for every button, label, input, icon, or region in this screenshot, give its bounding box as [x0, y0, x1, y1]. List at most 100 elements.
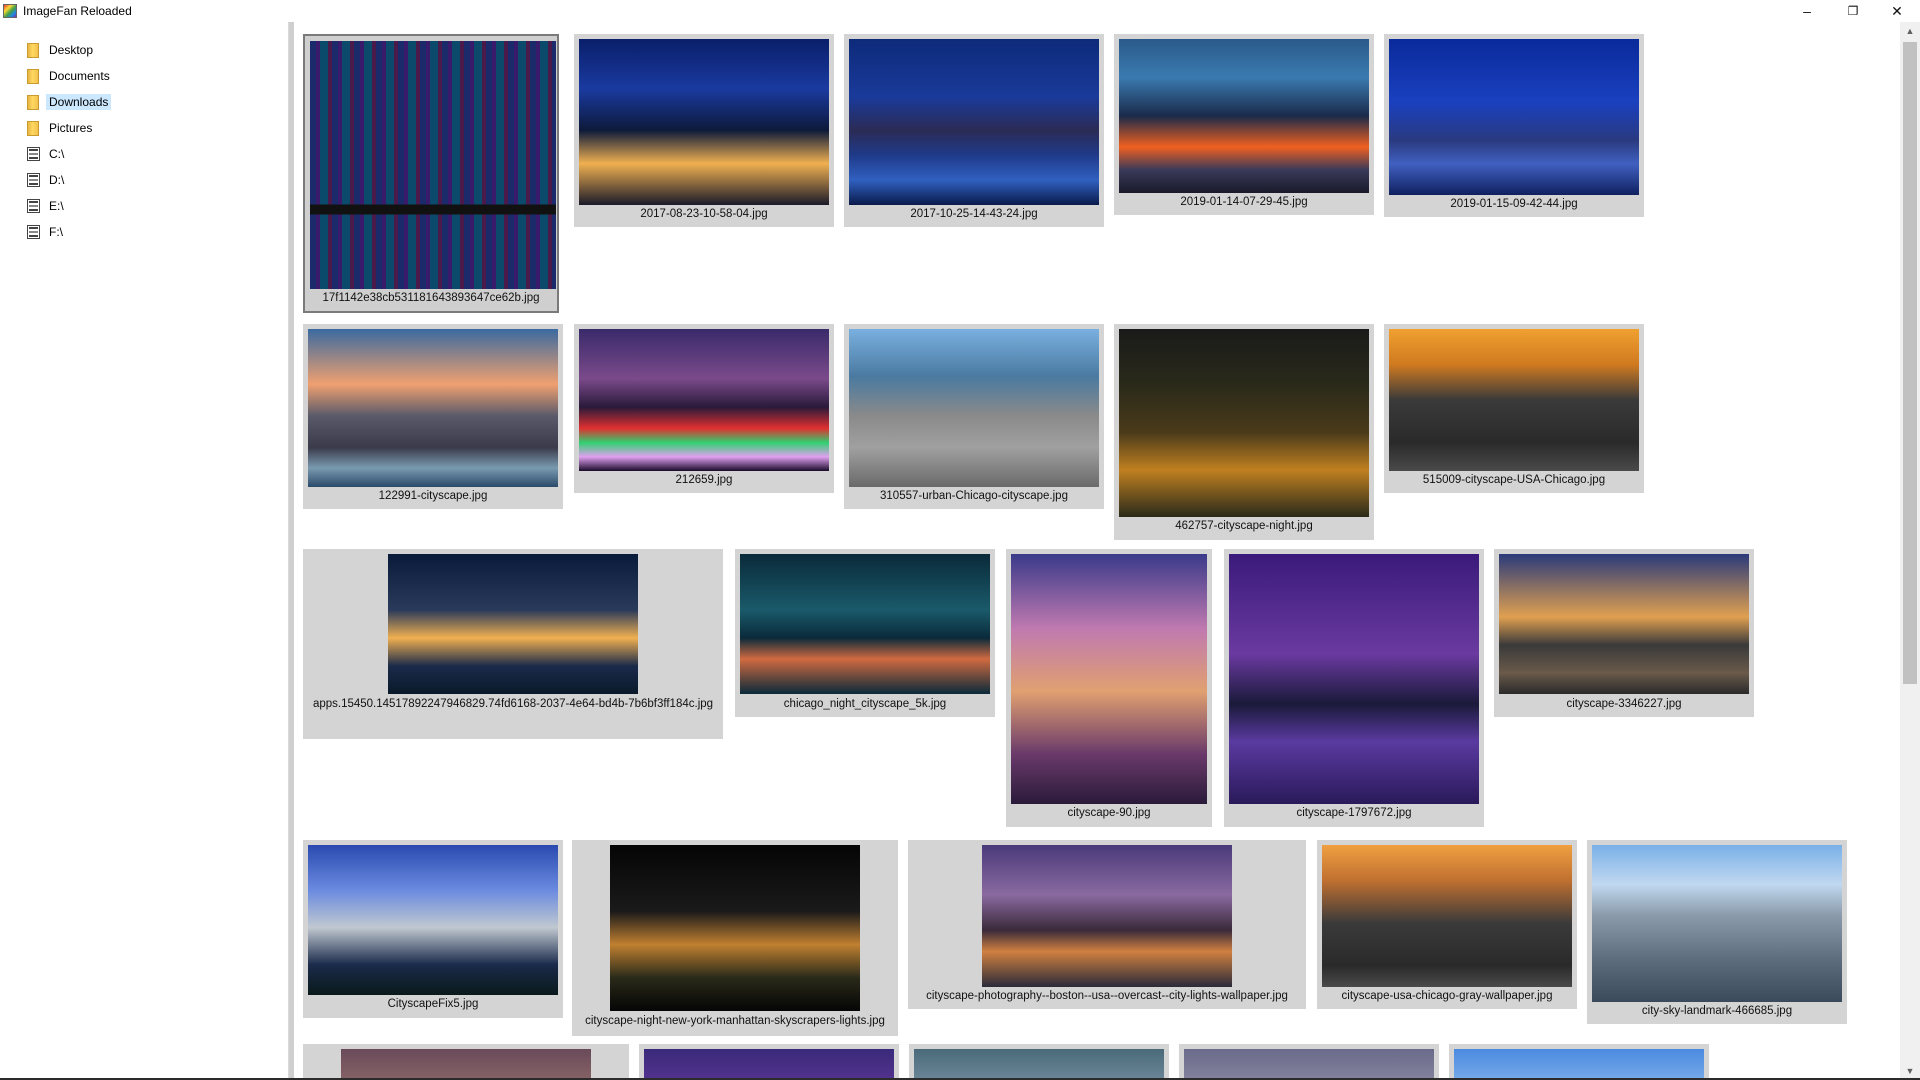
thumbnail-caption: 515009-cityscape-USA-Chicago.jpg — [1422, 474, 1606, 486]
thumbnail-caption: cityscape-photography--boston--usa--over… — [926, 990, 1288, 1002]
thumbnail-item[interactable]: 462757-cityscape-night.jpg — [1114, 324, 1374, 540]
thumbnail-caption: cityscape-usa-chicago-gray-wallpaper.jpg — [1341, 990, 1553, 1002]
tree-item-pictures[interactable]: Pictures — [26, 117, 95, 139]
thumbnail-item[interactable]: 2019-01-15-09-42-44.jpg — [1384, 34, 1644, 217]
thumbnail-caption: chicago_night_cityscape_5k.jpg — [783, 698, 947, 710]
thumbnail-item[interactable] — [639, 1044, 899, 1080]
thumbnail-image — [740, 554, 990, 694]
thumbnail-image — [1499, 554, 1749, 694]
folder-icon — [26, 41, 40, 59]
thumbnail-image — [1119, 329, 1369, 517]
thumbnail-image — [1454, 1049, 1704, 1080]
thumbnail-item[interactable]: city-sky-landmark-466685.jpg — [1587, 840, 1847, 1024]
drive-icon — [26, 172, 40, 188]
tree-item-drive-f[interactable]: F:\ — [26, 221, 66, 243]
thumbnail-caption: 2017-10-25-14-43-24.jpg — [910, 208, 1038, 220]
thumbnail-item[interactable]: cityscape-1797672.jpg — [1224, 549, 1484, 827]
drive-icon — [26, 224, 40, 240]
thumbnail-item[interactable]: 122991-cityscape.jpg — [303, 324, 563, 509]
tree-item-label: F:\ — [49, 225, 63, 239]
tree-item-label: Downloads — [46, 94, 112, 110]
thumbnail-image — [982, 845, 1232, 987]
minimize-button[interactable]: – — [1784, 0, 1830, 22]
vertical-scrollbar[interactable]: ▲ ▼ — [1900, 22, 1920, 1080]
thumbnail-item[interactable]: chicago_night_cityscape_5k.jpg — [735, 549, 995, 717]
thumbnail-image — [849, 39, 1099, 205]
thumbnail-item[interactable]: 2017-10-25-14-43-24.jpg — [844, 34, 1104, 227]
thumbnail-item[interactable]: 17f1142e38cb531181643893647ce62b.jpg — [303, 34, 559, 313]
folder-icon — [26, 67, 40, 85]
thumbnail-image — [610, 845, 860, 1011]
thumbnail-image — [341, 1049, 591, 1080]
tree-item-label: E:\ — [49, 199, 64, 213]
thumbnail-item[interactable]: CityscapeFix5.jpg — [303, 840, 563, 1018]
thumbnail-item[interactable] — [1179, 1044, 1439, 1080]
app-icon — [3, 4, 17, 18]
tree-item-documents[interactable]: Documents — [26, 65, 113, 87]
thumbnail-item[interactable]: cityscape-usa-chicago-gray-wallpaper.jpg — [1317, 840, 1577, 1009]
tree-item-downloads[interactable]: Downloads — [26, 91, 112, 113]
thumbnail-image — [310, 41, 556, 289]
tree-item-drive-e[interactable]: E:\ — [26, 195, 67, 217]
thumbnail-image — [579, 39, 829, 205]
drive-icon — [26, 198, 40, 214]
window-title: ImageFan Reloaded — [23, 4, 132, 18]
tree-item-label: D:\ — [49, 173, 65, 187]
tree-item-drive-c[interactable]: C:\ — [26, 143, 67, 165]
thumbnail-image — [914, 1049, 1164, 1080]
thumbnail-caption: 2019-01-14-07-29-45.jpg — [1180, 196, 1308, 208]
thumbnail-item[interactable] — [303, 1044, 629, 1080]
thumbnail-caption: cityscape-night-new-york-manhattan-skysc… — [585, 1015, 885, 1027]
thumbnail-image — [308, 845, 558, 995]
close-button[interactable]: ✕ — [1874, 0, 1920, 22]
tree-item-desktop[interactable]: Desktop — [26, 39, 96, 61]
thumbnail-caption: cityscape-3346227.jpg — [1566, 698, 1682, 710]
drive-icon — [26, 146, 40, 162]
thumbnail-item[interactable]: 310557-urban-Chicago-cityscape.jpg — [844, 324, 1104, 509]
thumbnail-item[interactable]: cityscape-night-new-york-manhattan-skysc… — [572, 840, 898, 1036]
thumbnail-caption: apps.15450.14517892247946829.74fd6168-20… — [312, 698, 714, 710]
thumbnail-item[interactable]: cityscape-photography--boston--usa--over… — [908, 840, 1306, 1009]
thumbnail-item[interactable]: 2017-08-23-10-58-04.jpg — [574, 34, 834, 227]
thumbnail-caption: cityscape-1797672.jpg — [1296, 807, 1412, 819]
thumbnail-image — [1389, 39, 1639, 195]
thumbnail-caption: 310557-urban-Chicago-cityscape.jpg — [880, 490, 1068, 502]
folder-icon — [26, 93, 40, 111]
thumbnail-item[interactable]: 2019-01-14-07-29-45.jpg — [1114, 34, 1374, 215]
thumbnail-caption: 17f1142e38cb531181643893647ce62b.jpg — [322, 292, 540, 304]
tree-item-label: Documents — [49, 69, 110, 83]
thumbnail-image — [1011, 554, 1207, 804]
thumbnail-caption: 462757-cityscape-night.jpg — [1175, 520, 1313, 532]
thumbnail-image — [1229, 554, 1479, 804]
scroll-up-icon[interactable]: ▲ — [1900, 22, 1920, 40]
folder-tree: Desktop Documents Downloads Pictures C:\… — [0, 22, 289, 1080]
tree-item-drive-d[interactable]: D:\ — [26, 169, 67, 191]
thumbnail-caption: 2017-08-23-10-58-04.jpg — [640, 208, 768, 220]
thumbnail-image — [644, 1049, 894, 1080]
restore-button[interactable]: ❐ — [1830, 0, 1876, 22]
thumbnail-image — [1322, 845, 1572, 987]
thumbnail-item[interactable]: cityscape-3346227.jpg — [1494, 549, 1754, 717]
thumbnail-caption: 2019-01-15-09-42-44.jpg — [1450, 198, 1578, 210]
thumbnail-image — [388, 554, 638, 694]
thumbnail-image — [1389, 329, 1639, 471]
thumbnail-image — [579, 329, 829, 471]
thumbnail-caption: 122991-cityscape.jpg — [378, 490, 488, 502]
thumbnail-image — [849, 329, 1099, 487]
thumbnail-item[interactable]: apps.15450.14517892247946829.74fd6168-20… — [303, 549, 723, 739]
thumbnail-item[interactable]: cityscape-90.jpg — [1006, 549, 1212, 827]
scrollbar-thumb[interactable] — [1903, 42, 1917, 684]
thumbnail-caption: cityscape-90.jpg — [1067, 807, 1151, 819]
thumbnail-caption: CityscapeFix5.jpg — [387, 998, 479, 1010]
thumbnail-grid: 17f1142e38cb531181643893647ce62b.jpg 201… — [294, 22, 1900, 1080]
thumbnail-caption: 212659.jpg — [675, 474, 733, 486]
thumbnail-item[interactable] — [909, 1044, 1169, 1080]
thumbnail-item[interactable]: 515009-cityscape-USA-Chicago.jpg — [1384, 324, 1644, 493]
thumbnail-item[interactable] — [1449, 1044, 1709, 1080]
title-bar: ImageFan Reloaded – ❐ ✕ — [0, 0, 1920, 22]
thumbnail-caption: city-sky-landmark-466685.jpg — [1641, 1005, 1793, 1017]
thumbnail-item[interactable]: 212659.jpg — [574, 324, 834, 493]
tree-item-label: Pictures — [49, 121, 93, 135]
tree-item-label: Desktop — [49, 43, 94, 57]
folder-icon — [26, 119, 40, 137]
